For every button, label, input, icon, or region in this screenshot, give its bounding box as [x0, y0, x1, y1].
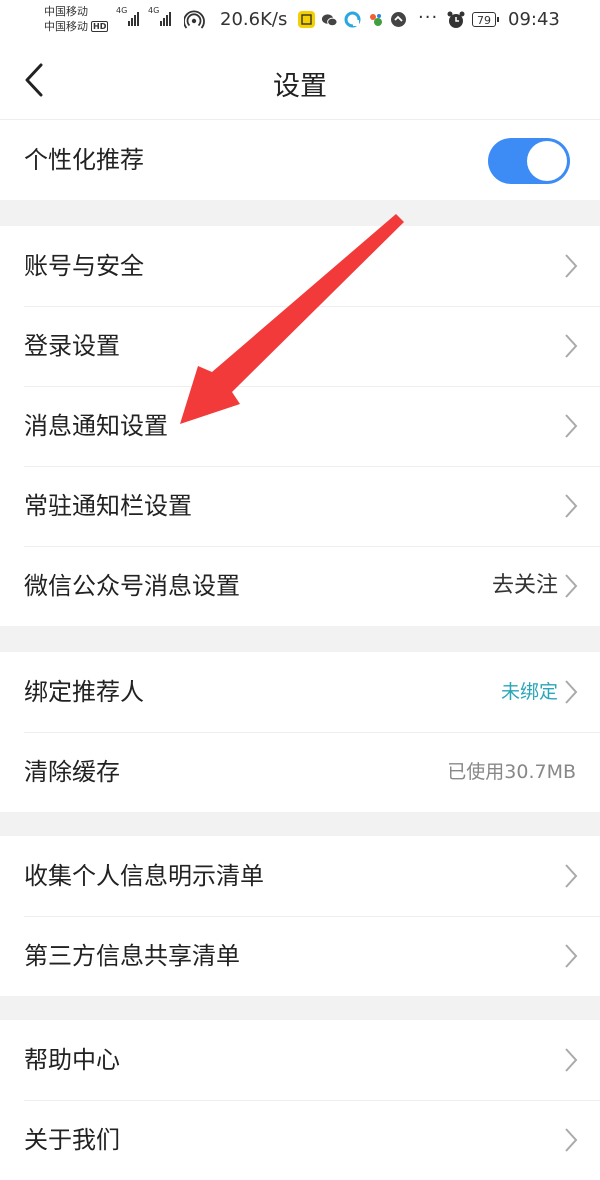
page-title: 设置: [273, 71, 327, 102]
chevron-right-icon: [565, 864, 578, 888]
shield-app-icon: [390, 11, 407, 28]
status-bar: 中国移动 中国移动 HD 4G 4G 20.6K/s ··· 79 09:43: [0, 0, 600, 44]
chevron-right-icon: [565, 334, 578, 358]
row-label: 清除缓存: [24, 758, 120, 786]
chevron-right-icon: [565, 1128, 578, 1152]
personal-info-list-row[interactable]: 收集个人信息明示清单: [0, 836, 600, 916]
hotspot-icon: [184, 10, 205, 29]
about-us-row[interactable]: 关于我们: [0, 1100, 600, 1180]
battery-level: 79: [477, 14, 491, 27]
carrier-name: 中国移动: [44, 5, 88, 18]
personalized-recommendation-toggle[interactable]: [488, 138, 570, 184]
wechat-icon: [321, 11, 338, 28]
network-type: 4G: [148, 6, 160, 15]
third-party-sharing-list-row[interactable]: 第三方信息共享清单: [0, 916, 600, 996]
alarm-icon: [447, 11, 465, 28]
network-type: 4G: [116, 6, 128, 15]
row-label: 个性化推荐: [24, 146, 144, 174]
reader-app-icon: [298, 11, 315, 28]
hd-badge: HD: [91, 21, 109, 32]
about-group: 帮助中心 关于我们: [0, 1020, 600, 1180]
row-label: 关于我们: [24, 1126, 120, 1154]
chevron-right-icon: [565, 574, 578, 598]
notification-icons: [298, 11, 407, 28]
login-settings-row[interactable]: 登录设置: [0, 306, 600, 386]
clear-cache-row[interactable]: 清除缓存 已使用30.7MB: [0, 732, 600, 812]
chevron-right-icon: [565, 1048, 578, 1072]
clock: 09:43: [508, 9, 560, 30]
chevron-right-icon: [565, 680, 578, 704]
row-label: 第三方信息共享清单: [24, 942, 240, 970]
help-center-row[interactable]: 帮助中心: [0, 1020, 600, 1100]
chevron-right-icon: [565, 414, 578, 438]
row-label: 账号与安全: [24, 252, 144, 280]
row-label: 微信公众号消息设置: [24, 572, 240, 600]
persistent-notification-settings-row[interactable]: 常驻通知栏设置: [0, 466, 600, 546]
bind-referrer-row[interactable]: 绑定推荐人 未绑定: [0, 652, 600, 732]
account-settings-group: 账号与安全 登录设置 消息通知设置 常驻通知栏设置 微信公众号消息设置 去关注: [0, 226, 600, 626]
privacy-group: 收集个人信息明示清单 第三方信息共享清单: [0, 836, 600, 996]
chevron-right-icon: [565, 944, 578, 968]
personalization-group: 个性化推荐: [0, 120, 600, 200]
account-security-row[interactable]: 账号与安全: [0, 226, 600, 306]
carrier-info: 中国移动 中国移动 HD: [44, 4, 109, 34]
row-label: 常驻通知栏设置: [24, 492, 192, 520]
row-label: 登录设置: [24, 332, 120, 360]
personalized-recommendation-row: 个性化推荐: [0, 120, 600, 200]
row-label: 绑定推荐人: [24, 678, 144, 706]
toggle-knob: [527, 141, 567, 181]
signal-strength-icon: 4G: [148, 6, 171, 26]
chevron-right-icon: [565, 494, 578, 518]
more-notifications-icon: ···: [418, 7, 439, 28]
security-app-icon: [367, 11, 384, 28]
referrer-status: 未绑定: [500, 681, 558, 703]
row-label: 收集个人信息明示清单: [24, 862, 264, 890]
network-speed: 20.6K/s: [220, 9, 288, 30]
follow-link[interactable]: 去关注: [492, 546, 558, 626]
misc-settings-group: 绑定推荐人 未绑定 清除缓存 已使用30.7MB: [0, 652, 600, 812]
row-label: 消息通知设置: [24, 412, 168, 440]
cache-size: 已使用30.7MB: [447, 761, 576, 783]
carrier-name: 中国移动: [44, 20, 88, 33]
row-label: 帮助中心: [24, 1046, 120, 1074]
chevron-right-icon: [565, 254, 578, 278]
browser-app-icon: [344, 11, 361, 28]
wechat-official-account-settings-row[interactable]: 微信公众号消息设置 去关注: [0, 546, 600, 626]
signal-strength-icon: 4G: [116, 6, 139, 26]
message-notification-settings-row[interactable]: 消息通知设置: [0, 386, 600, 466]
navigation-bar: 设置: [0, 44, 600, 120]
battery-icon: 79: [472, 12, 499, 27]
